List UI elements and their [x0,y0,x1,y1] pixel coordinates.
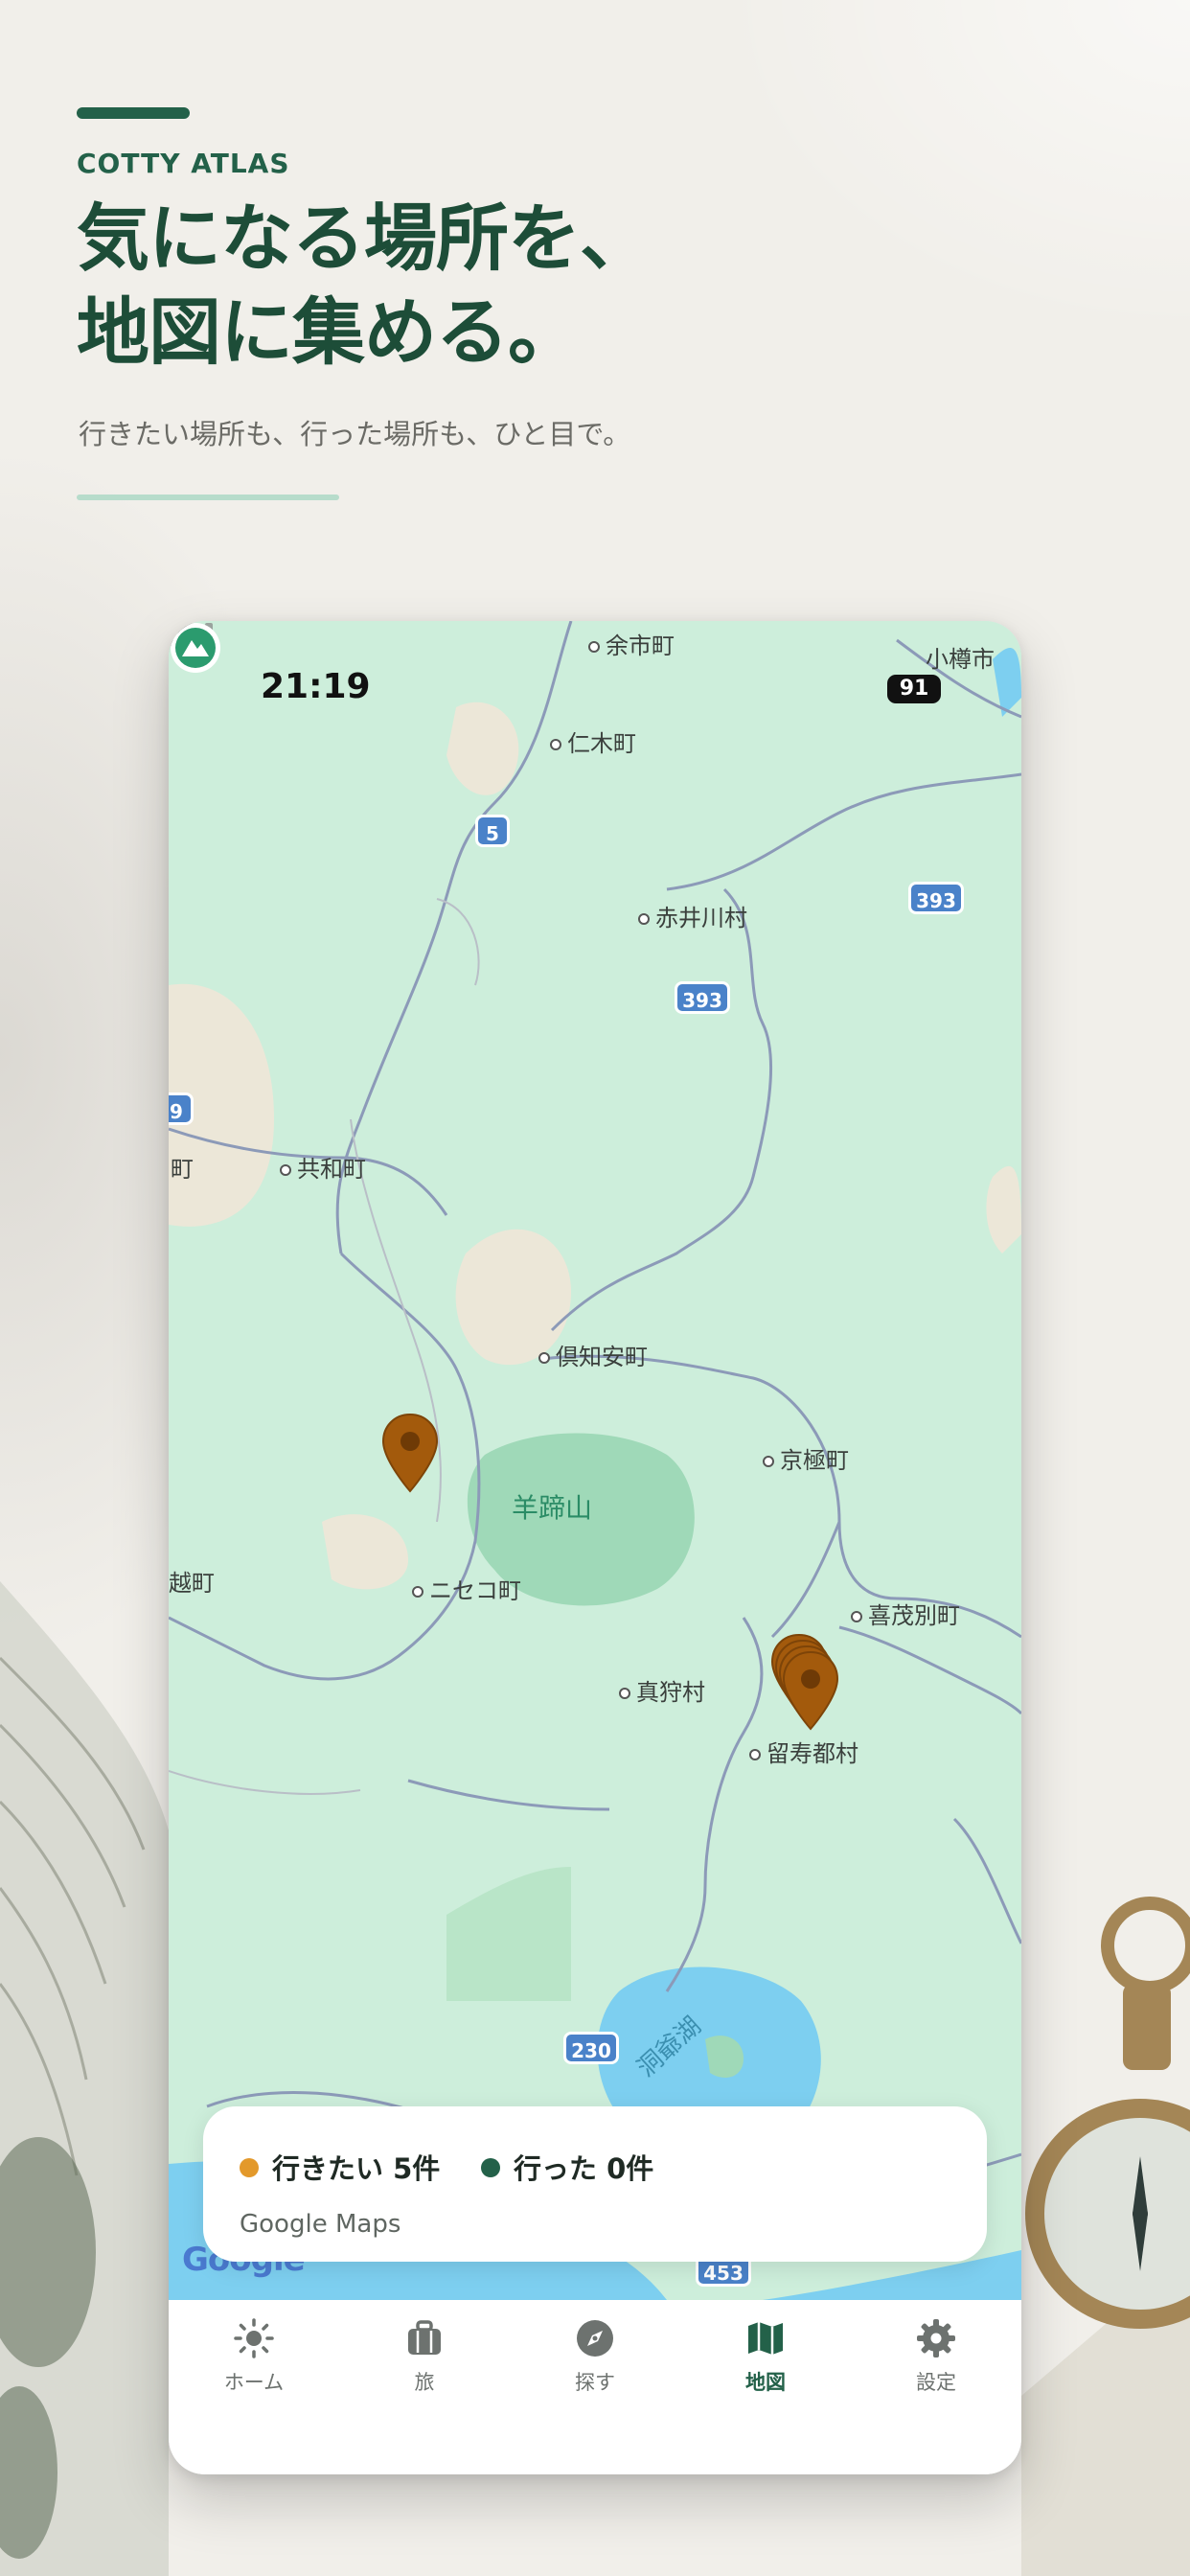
map-source-label: Google Maps [240,2210,401,2239]
tab-home[interactable]: ホーム [169,2317,339,2413]
phone-screen: 21:19 91 余市町 小樽市 仁木町 赤井川村 共和町 町 倶知安町 京極町… [169,621,1021,2474]
route-shield-9: 9 [169,1092,194,1125]
want-to-go-pin[interactable] [379,1413,441,1493]
want-legend-dot [240,2158,259,2177]
tab-home-label: ホーム [223,2371,285,2394]
headline-line-1: 気になる場所を、 [77,196,652,281]
suitcase-icon [408,2320,441,2355]
map-icon [748,2322,783,2355]
map-label-kyowa: 共和町 [280,1150,366,1184]
battery-indicator: 91 [887,675,941,703]
route-shield-393-west: 393 [675,981,730,1014]
route-shield-393-east: 393 [908,882,964,914]
tab-bar: ホーム 旅 探す 地図 設定 [169,2300,1021,2474]
compass-icon [577,2320,613,2357]
map-view[interactable]: 21:19 91 余市町 小樽市 仁木町 赤井川村 共和町 町 倶知安町 京極町… [169,621,1021,2300]
map-label-yoteizan: 羊蹄山 [512,1492,593,1524]
tab-explore[interactable]: 探す [510,2317,680,2413]
map-label-akaigawa: 赤井川村 [638,899,747,932]
tab-map[interactable]: 地図 [680,2317,851,2413]
visited-count-label: 行った 0件 [514,2152,654,2185]
visited-legend-dot [481,2158,500,2177]
want-to-go-pin[interactable] [780,1650,841,1731]
map-label-otaru: 小樽市 [926,646,995,673]
gear-icon [917,2319,955,2358]
map-label-niseko: ニセコ町 [412,1572,521,1605]
map-label-kimobetsu: 喜茂別町 [851,1597,960,1630]
tab-settings-label: 設定 [916,2371,956,2394]
tab-settings[interactable]: 設定 [851,2317,1021,2413]
brand-eyebrow: COTTY ATLAS [77,148,290,179]
map-label-yoichi: 余市町 [588,627,675,660]
hero-accent-bar [77,107,190,119]
hero-subtitle: 行きたい場所も、行った場所も、ひと目で。 [79,418,631,450]
sun-icon [234,2318,274,2358]
status-time: 21:19 [261,667,371,706]
map-label-kutchan: 倶知安町 [538,1338,648,1371]
hero-headline: 気になる場所を、 地図に集める。 [77,192,939,380]
map-label-kyogoku: 京極町 [763,1441,849,1475]
tab-map-label: 地図 [745,2371,786,2394]
want-count-label: 行きたい 5件 [272,2152,441,2185]
headline-line-2: 地図に集める。 [77,289,581,375]
tab-explore-label: 探す [575,2371,615,2394]
mountain-marker-icon[interactable] [169,621,222,675]
map-label-town-left: 町 [171,1156,194,1183]
route-shield-230: 230 [563,2032,619,2064]
map-label-rankoshi: 越町 [169,1570,215,1597]
hero-divider [77,494,339,500]
map-summary-card: 行きたい 5件 行った 0件 Google Maps [203,2106,987,2262]
map-label-rusutsu: 留寿都村 [749,1735,858,1768]
tab-trips[interactable]: 旅 [339,2317,510,2413]
map-label-makkari: 真狩村 [619,1673,705,1707]
tab-trips-label: 旅 [414,2371,435,2394]
map-label-niki: 仁木町 [550,724,636,758]
route-shield-5: 5 [475,815,510,847]
